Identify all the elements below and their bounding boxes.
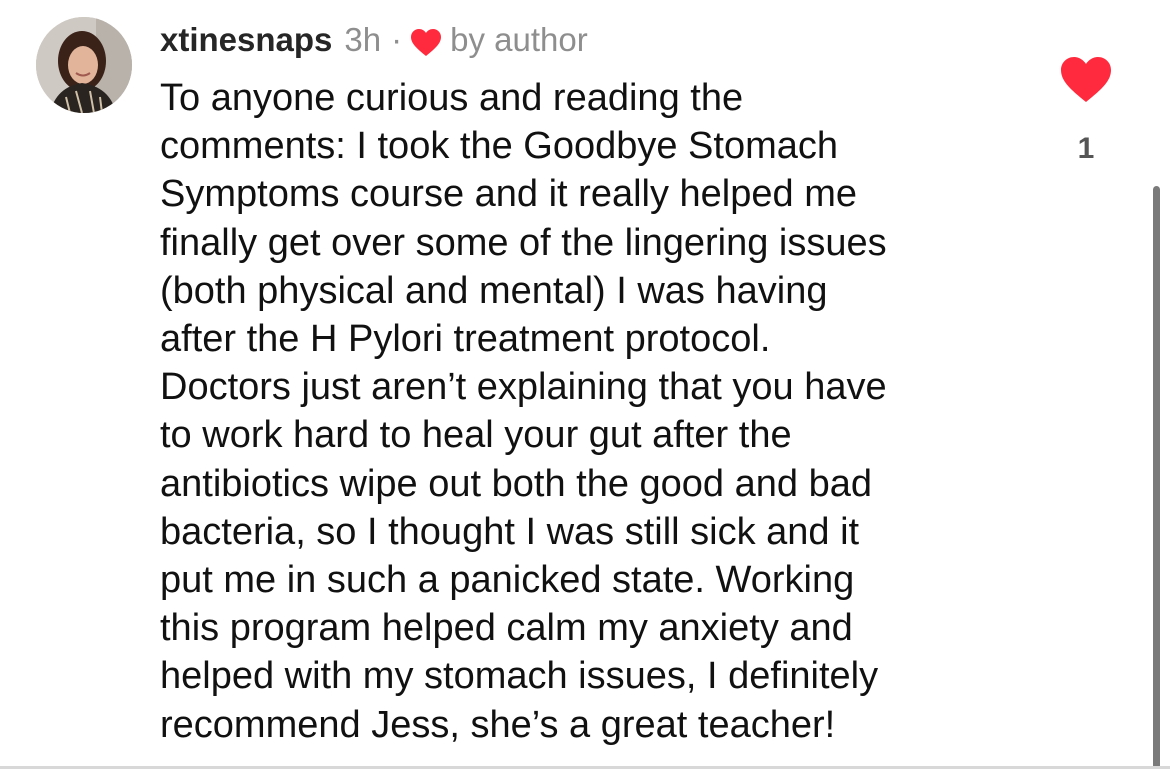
separator-dot: · [391,21,403,58]
like-button[interactable] [1060,56,1112,104]
liked-by-author-label: by author [450,21,588,58]
heart-filled-icon [410,25,442,56]
avatar-photo [36,17,132,113]
heart-filled-icon [1061,57,1111,102]
comment-text: To anyone curious and reading the commen… [160,77,887,746]
like-count: 1 [1077,132,1095,165]
comment-item: xtinesnaps 3h · by author To anyone curi… [0,0,1170,769]
comment-header: xtinesnaps 3h · by author [160,18,588,62]
username[interactable]: xtinesnaps [160,18,332,62]
timestamp[interactable]: 3h [344,18,381,62]
avatar[interactable] [36,17,132,113]
scrollbar[interactable] [1153,186,1160,769]
